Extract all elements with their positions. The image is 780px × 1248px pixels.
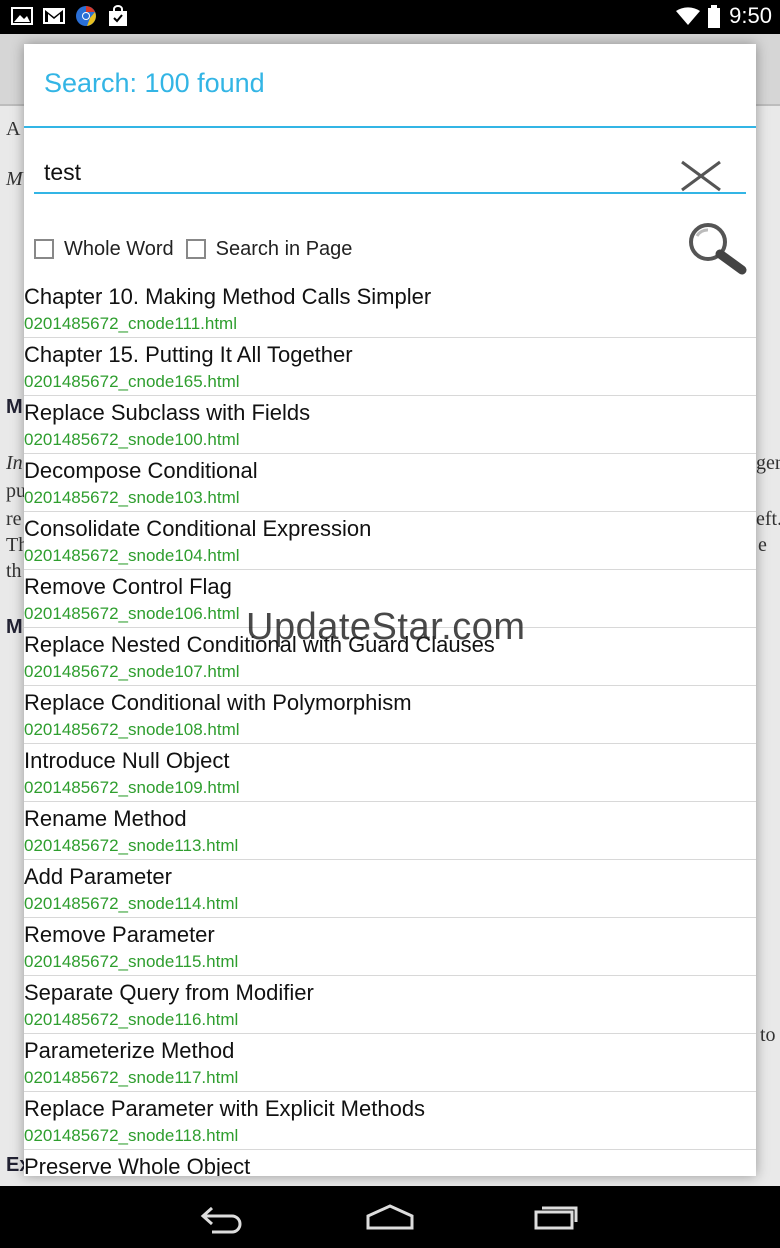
search-options: Whole Word Search in Page bbox=[34, 234, 364, 264]
background-text: pu bbox=[6, 480, 26, 502]
result-title: Add Parameter bbox=[24, 864, 172, 889]
result-title: Replace Subclass with Fields bbox=[24, 400, 311, 425]
result-filename: 0201485672_snode103.html bbox=[24, 488, 240, 507]
background-text: M bbox=[6, 168, 23, 190]
background-text: re bbox=[6, 508, 22, 530]
result-title: Consolidate Conditional Expression bbox=[24, 516, 372, 541]
result-title: Preserve Whole Object bbox=[24, 1154, 251, 1176]
home-button[interactable] bbox=[365, 1202, 415, 1234]
result-title: Remove Parameter bbox=[24, 922, 215, 947]
result-filename: 0201485672_snode109.html bbox=[24, 778, 240, 797]
recent-apps-button[interactable] bbox=[532, 1202, 582, 1234]
gallery-icon bbox=[10, 5, 34, 27]
list-item[interactable]: Chapter 10. Making Method Calls Simpler … bbox=[24, 280, 756, 338]
result-filename: 0201485672_snode108.html bbox=[24, 720, 240, 739]
list-item[interactable]: Replace Parameter with Explicit Methods … bbox=[24, 1092, 756, 1150]
back-icon bbox=[200, 1206, 242, 1234]
search-in-page-label: Search in Page bbox=[215, 237, 353, 260]
background-text: A bbox=[6, 118, 21, 140]
result-filename: 0201485672_snode114.html bbox=[24, 894, 239, 913]
background-text: M bbox=[6, 396, 23, 418]
background-text: In bbox=[6, 452, 23, 474]
home-icon bbox=[366, 1204, 414, 1230]
search-in-page-checkbox-box[interactable] bbox=[185, 239, 206, 259]
list-item[interactable]: Add Parameter 0201485672_snode114.html bbox=[24, 860, 756, 918]
clear-button[interactable] bbox=[678, 158, 724, 194]
result-title: Chapter 10. Making Method Calls Simpler bbox=[24, 284, 432, 309]
list-item[interactable]: Remove Control Flag 0201485672_snode106.… bbox=[24, 570, 756, 628]
list-item[interactable]: Parameterize Method 0201485672_snode117.… bbox=[24, 1034, 756, 1092]
list-item[interactable]: Replace Nested Conditional with Guard Cl… bbox=[24, 628, 756, 686]
battery-icon bbox=[707, 5, 721, 28]
status-bar: 9:50 bbox=[0, 0, 780, 34]
result-title: Parameterize Method bbox=[24, 1038, 235, 1063]
list-item[interactable]: Chapter 15. Putting It All Together 0201… bbox=[24, 338, 756, 396]
list-item[interactable]: Introduce Null Object 0201485672_snode10… bbox=[24, 744, 756, 802]
result-filename: 0201485672_snode106.html bbox=[24, 604, 240, 623]
shopping-bag-icon bbox=[106, 5, 130, 27]
result-title: Decompose Conditional bbox=[24, 458, 258, 483]
list-item[interactable]: Replace Subclass with Fields 0201485672_… bbox=[24, 396, 756, 454]
search-input[interactable] bbox=[44, 156, 644, 188]
result-filename: 0201485672_snode117.html bbox=[24, 1068, 239, 1087]
background-text: e bbox=[758, 534, 767, 556]
results-list: Chapter 10. Making Method Calls Simpler … bbox=[24, 280, 756, 1176]
result-filename: 0201485672_snode107.html bbox=[24, 662, 240, 681]
list-item[interactable]: Consolidate Conditional Expression 02014… bbox=[24, 512, 756, 570]
gmail-icon bbox=[42, 5, 66, 27]
list-item[interactable]: Preserve Whole Object bbox=[24, 1150, 756, 1176]
search-button[interactable] bbox=[680, 220, 752, 276]
result-title: Chapter 15. Putting It All Together bbox=[24, 342, 353, 367]
search-in-page-checkbox[interactable]: Search in Page bbox=[185, 237, 353, 261]
result-filename: 0201485672_snode118.html bbox=[24, 1126, 239, 1145]
result-filename: 0201485672_snode100.html bbox=[24, 430, 240, 449]
list-item[interactable]: Remove Parameter 0201485672_snode115.htm… bbox=[24, 918, 756, 976]
result-title: Remove Control Flag bbox=[24, 574, 232, 599]
list-item[interactable]: Decompose Conditional 0201485672_snode10… bbox=[24, 454, 756, 512]
result-title: Replace Nested Conditional with Guard Cl… bbox=[24, 632, 495, 657]
result-filename: 0201485672_snode115.html bbox=[24, 952, 239, 971]
background-text: th bbox=[6, 560, 22, 582]
result-title: Introduce Null Object bbox=[24, 748, 230, 773]
result-filename: 0201485672_cnode111.html bbox=[24, 314, 237, 333]
navigation-bar bbox=[0, 1186, 780, 1248]
background-text: ger bbox=[756, 452, 780, 474]
result-filename: 0201485672_snode104.html bbox=[24, 546, 240, 565]
list-item[interactable]: Separate Query from Modifier 0201485672_… bbox=[24, 976, 756, 1034]
back-button[interactable] bbox=[198, 1202, 248, 1234]
search-dialog: Search: 100 found Whole Word Search in P… bbox=[24, 44, 756, 1176]
chrome-icon bbox=[74, 5, 98, 27]
clock: 9:50 bbox=[729, 3, 772, 28]
result-title: Replace Conditional with Polymorphism bbox=[24, 690, 412, 715]
dialog-title: Search: 100 found bbox=[44, 68, 265, 98]
background-text: eft. bbox=[756, 508, 780, 530]
whole-word-checkbox-box[interactable] bbox=[34, 239, 54, 259]
result-title: Replace Parameter with Explicit Methods bbox=[24, 1096, 426, 1121]
recent-apps-icon bbox=[534, 1206, 578, 1230]
background-text: M bbox=[6, 616, 23, 638]
whole-word-checkbox[interactable]: Whole Word bbox=[34, 238, 174, 261]
wifi-icon bbox=[675, 5, 701, 27]
result-filename: 0201485672_cnode165.html bbox=[24, 372, 240, 391]
close-icon bbox=[681, 160, 721, 192]
background-text: to bbox=[760, 1024, 776, 1046]
list-item[interactable]: Replace Conditional with Polymorphism 02… bbox=[24, 686, 756, 744]
title-divider bbox=[24, 126, 756, 128]
result-title: Rename Method bbox=[24, 806, 187, 831]
result-title: Separate Query from Modifier bbox=[24, 980, 314, 1005]
result-filename: 0201485672_snode116.html bbox=[24, 1010, 239, 1029]
result-filename: 0201485672_snode113.html bbox=[24, 836, 239, 855]
list-item[interactable]: Rename Method 0201485672_snode113.html bbox=[24, 802, 756, 860]
search-field bbox=[34, 152, 746, 194]
magnifier-icon bbox=[689, 223, 747, 275]
whole-word-label: Whole Word bbox=[64, 237, 174, 260]
